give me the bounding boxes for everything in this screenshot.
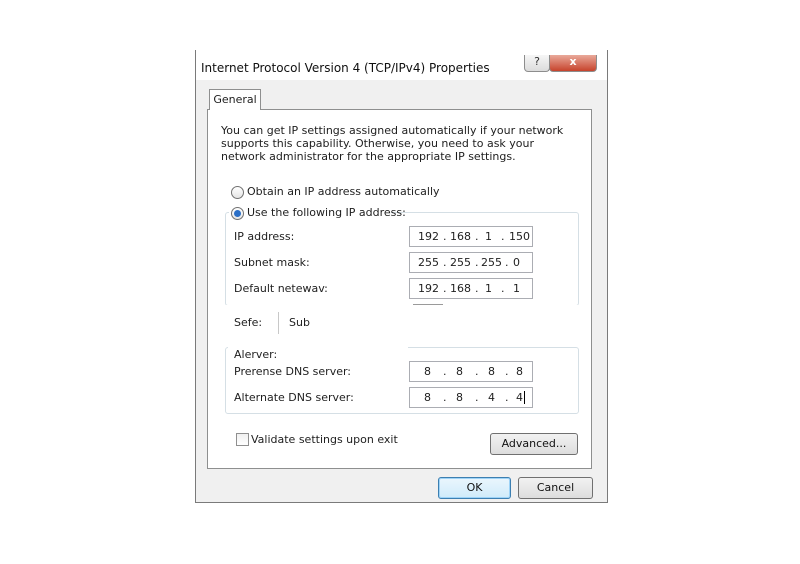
ip-manual-label[interactable]: Use the following IP address: xyxy=(247,206,406,219)
default-gateway-input[interactable]: 192 . 168 . 1 . 1 xyxy=(409,278,533,299)
advanced-button[interactable]: Advanced... xyxy=(490,433,578,455)
glitch-text-sub: Sub xyxy=(289,316,310,329)
ip-auto-radio[interactable] xyxy=(231,186,244,199)
glitch-divider xyxy=(278,312,279,334)
tab-general[interactable]: General xyxy=(209,89,261,110)
default-gateway-label: Default netewav: xyxy=(234,282,328,295)
ip-address-input[interactable]: 192 . 168 . 1 . 150 xyxy=(409,226,533,247)
subnet-mask-input[interactable]: 255 . 255 . 255 . 0 xyxy=(409,252,533,273)
ok-button[interactable]: OK xyxy=(438,477,511,499)
intro-text: You can get IP settings assigned automat… xyxy=(221,124,564,163)
ipv4-properties-dialog: Internet Protocol Version 4 (TCP/IPv4) P… xyxy=(195,50,608,503)
validate-checkbox[interactable] xyxy=(236,433,249,446)
glitch-text-alerver: Alerver: xyxy=(234,348,278,361)
ip-manual-radio[interactable] xyxy=(231,207,244,220)
glitch-text-sefe: Sefe: xyxy=(234,316,263,329)
preferred-dns-input[interactable]: 8 . 8 . 8 . 8 xyxy=(409,361,533,382)
glitch-region xyxy=(210,305,586,345)
window-title: Internet Protocol Version 4 (TCP/IPv4) P… xyxy=(201,61,490,75)
ip-address-label: IP address: xyxy=(234,230,295,243)
close-button[interactable]: x xyxy=(549,55,597,72)
glitch-line xyxy=(413,304,443,305)
help-icon: ? xyxy=(534,55,540,68)
alternate-dns-input[interactable]: 8 . 8 . 4 . 4 xyxy=(409,387,533,408)
ip-auto-label[interactable]: Obtain an IP address automatically xyxy=(247,185,440,198)
close-icon: x xyxy=(569,55,577,68)
validate-label[interactable]: Validate settings upon exit xyxy=(251,433,398,446)
subnet-mask-label: Subnet mask: xyxy=(234,256,310,269)
text-caret xyxy=(524,391,525,404)
cancel-button[interactable]: Cancel xyxy=(518,477,593,499)
preferred-dns-label: Prerense DNS server: xyxy=(234,365,352,378)
alternate-dns-label: Alternate DNS server: xyxy=(234,391,354,404)
title-bar[interactable]: Internet Protocol Version 4 (TCP/IPv4) P… xyxy=(196,50,607,80)
help-button[interactable]: ? xyxy=(524,55,550,72)
